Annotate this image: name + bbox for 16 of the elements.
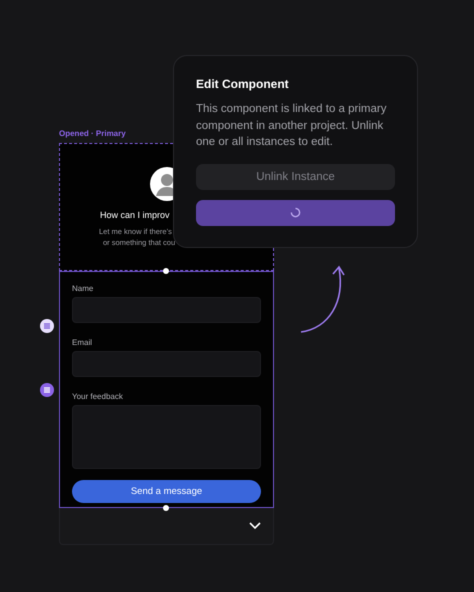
field-label: Email — [72, 338, 94, 349]
field-label: Your feedback — [72, 392, 124, 403]
input-field[interactable] — [72, 351, 261, 377]
chevron-down-icon[interactable] — [249, 522, 261, 530]
send-button[interactable]: Send a message — [72, 480, 261, 503]
popover-title: Edit Component — [196, 77, 290, 91]
input-field[interactable] — [72, 297, 261, 323]
unlink-button[interactable]: Unlink Instance — [196, 164, 395, 190]
header-title: How can I improv — [100, 210, 170, 220]
feedback-field[interactable] — [72, 405, 261, 469]
field-label: Name — [72, 284, 94, 295]
list-icon[interactable] — [40, 383, 54, 397]
frame-label: Opened · Primary — [59, 129, 126, 140]
popover-message: This component is linked to a primary component in another project. Unlink one or all instances to edit. — [196, 102, 388, 150]
primary-button[interactable] — [196, 200, 395, 226]
list-icon[interactable] — [40, 319, 54, 333]
